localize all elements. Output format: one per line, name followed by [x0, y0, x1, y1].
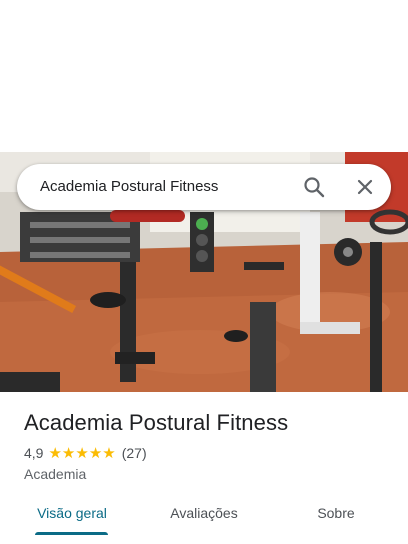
star-icon: ★ — [88, 444, 103, 462]
tab-bar: Visão geral Avaliações Sobre — [0, 496, 408, 544]
tab-about[interactable]: Sobre — [288, 496, 384, 536]
rating-value: 4,9 — [24, 445, 44, 461]
rating-row[interactable]: 4,9 ★ ★ ★ ★ ★ (27) — [24, 444, 147, 462]
search-icon[interactable] — [303, 176, 325, 198]
star-icon: ★ — [75, 444, 89, 462]
star-rating: ★ ★ ★ ★ ★ — [48, 446, 115, 461]
review-count[interactable]: (27) — [122, 445, 147, 461]
close-icon[interactable] — [355, 177, 375, 197]
place-category: Academia — [24, 466, 87, 482]
tab-overview[interactable]: Visão geral — [24, 496, 120, 536]
search-bar[interactable]: Academia Postural Fitness — [17, 164, 391, 210]
star-icon: ★ — [61, 444, 76, 462]
active-tab-indicator — [35, 532, 108, 535]
search-input[interactable]: Academia Postural Fitness — [40, 178, 218, 195]
star-icon: ★ — [102, 444, 116, 462]
place-title: Academia Postural Fitness — [24, 410, 289, 435]
star-icon: ★ — [48, 444, 62, 462]
page: Academia Postural Fitness Academia Postu… — [0, 0, 408, 544]
tab-reviews[interactable]: Avaliações — [156, 496, 252, 536]
